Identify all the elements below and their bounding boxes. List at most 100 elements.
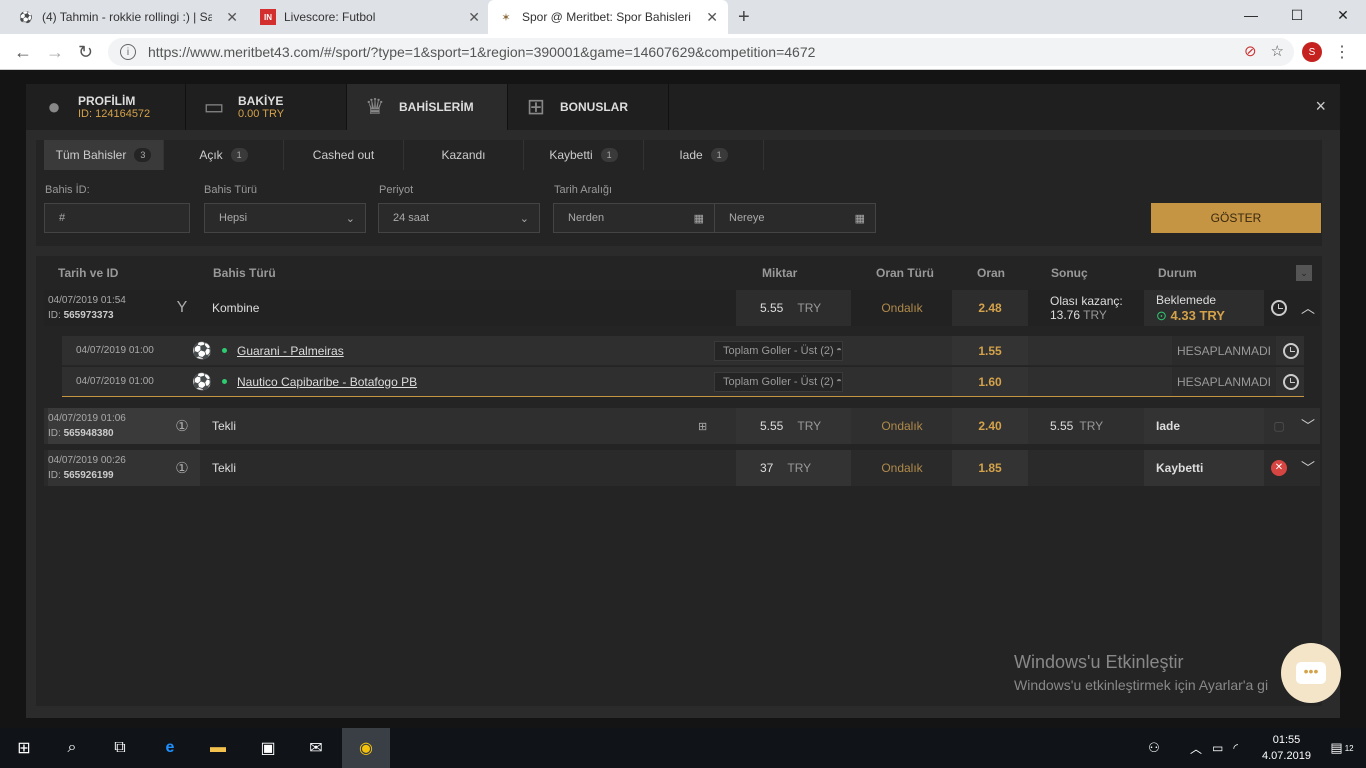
minimize-icon[interactable]: — (1228, 0, 1274, 30)
tab-bonuses[interactable]: ⊞ BONUSLAR (508, 84, 669, 130)
tab-refund[interactable]: Iade 1 (644, 140, 764, 170)
table-row[interactable]: 04/07/2019 00:26 ID: 565926199 ① Tekli 3… (44, 450, 1320, 486)
tab-my-bets[interactable]: ♛ BAHİSLERİM (347, 84, 508, 130)
tab-sub: 0.00 TRY (238, 108, 285, 120)
selection-date: 04/07/2019 01:00 (76, 345, 154, 356)
odds: 2.40 (952, 408, 1028, 444)
table-row[interactable]: 04/07/2019 01:54 ID: 565973373 Y Kombine… (44, 290, 1320, 326)
currency: TRY (787, 461, 812, 475)
maximize-icon[interactable]: ☐ (1274, 0, 1320, 30)
soccer-ball-icon: ⚽ (192, 373, 212, 391)
chevron-down-icon[interactable]: ﹀ (1296, 450, 1320, 486)
menu-icon[interactable]: ⋮ (1334, 42, 1350, 62)
tab-balance[interactable]: ▭ BAKİYE 0.00 TRY (186, 84, 347, 130)
tab-label: BAHİSLERİM (399, 100, 474, 114)
reload-icon[interactable]: ↻ (78, 42, 93, 63)
blocked-icon[interactable]: ⊘ (1244, 42, 1257, 60)
close-window-icon[interactable]: ✕ (1320, 0, 1366, 30)
date-to-input[interactable]: Nereye ▦ (714, 203, 876, 233)
placeholder: # (59, 212, 66, 224)
star-icon[interactable]: ☆ (1271, 42, 1284, 60)
bet-type-label: Bahis Türü (204, 184, 257, 196)
wifi-icon[interactable]: ◜ (1233, 741, 1238, 755)
calendar-icon[interactable]: ▦ (855, 212, 865, 225)
new-tab-icon[interactable]: + (738, 6, 750, 29)
selection-match[interactable]: Nautico Capibaribe - Botafogo PB (222, 367, 417, 396)
browser-tab-2[interactable]: IN Livescore: Futbol ✕ (250, 0, 490, 34)
status-cell: Beklemede ⊙ 4.33 TRY (1144, 290, 1264, 326)
tab-won[interactable]: Kazandı (404, 140, 524, 170)
currency: TRY (797, 419, 822, 433)
avatar[interactable]: S (1302, 42, 1322, 62)
close-tab-icon[interactable]: ✕ (468, 9, 480, 26)
tab-cashed-out[interactable]: Cashed out (284, 140, 404, 170)
tab-title: (4) Tahmin - rokkie rollingi :) | Say (42, 10, 212, 24)
collapse-all-icon[interactable]: ⌄ (1296, 265, 1312, 281)
lock-icon: ◓ (836, 376, 843, 387)
clock-icon (1278, 367, 1304, 396)
info-icon[interactable]: i (120, 44, 136, 60)
id-label: ID: (48, 428, 61, 439)
count-badge: 3 (134, 148, 152, 162)
combo-icon: Y (176, 299, 188, 316)
match-name[interactable]: Nautico Capibaribe - Botafogo PB (237, 375, 417, 389)
chevron-up-icon[interactable]: ︿ (1296, 290, 1320, 326)
tab-profile[interactable]: ● PROFİLİM ID: 124164572 (26, 84, 186, 130)
my-bets-modal: ● PROFİLİM ID: 124164572 ▭ BAKİYE 0.00 TRY… (26, 84, 1340, 718)
close-tab-icon[interactable]: ✕ (226, 9, 238, 26)
period-select[interactable]: 24 saat ⌄ (378, 203, 540, 233)
chevron-up-icon[interactable]: ︿ (1190, 740, 1202, 757)
odds-type: Ondalık (881, 419, 923, 433)
system-tray[interactable]: ︿ ▭ ◜ (1166, 728, 1262, 768)
selection-row[interactable]: 04/07/2019 01:00 ⚽ Nautico Capibaribe - … (62, 367, 1304, 397)
browser-tab-1[interactable]: ⚽ (4) Tahmin - rokkie rollingi :) | Say … (8, 0, 248, 34)
network-icon[interactable]: ▭ (1212, 741, 1223, 755)
url-bar[interactable]: i https://www.meritbet43.com/#/sport/?ty… (108, 38, 1294, 66)
status-text: Iade (1144, 408, 1264, 444)
selection-status: HESAPLANMADI (1172, 367, 1276, 396)
date-from-input[interactable]: Nerden ▦ (553, 203, 715, 233)
file-explorer-icon[interactable]: ▬ (194, 728, 242, 768)
tab-all-bets[interactable]: Tüm Bahisler 3 (44, 140, 164, 170)
bet-id-input[interactable]: # (44, 203, 190, 233)
close-tab-icon[interactable]: ✕ (706, 9, 718, 26)
amount: 37 (760, 461, 774, 475)
live-chat-button[interactable]: ••• (1281, 643, 1341, 703)
clock[interactable]: 01:55 4.07.2019 (1262, 732, 1311, 764)
result-value: 5.55 (1050, 419, 1074, 433)
currency: TRY (1083, 308, 1107, 322)
notification-count: 12 (1344, 743, 1354, 753)
selection-match[interactable]: Guarani - Palmeiras (222, 336, 344, 365)
tab-open[interactable]: Açık 1 (164, 140, 284, 170)
header-bet-type: Bahis Türü (213, 266, 276, 280)
tab-label: BONUSLAR (560, 100, 628, 114)
browser-tab-3[interactable]: ✶ Spor @ Meritbet: Spor Bahisleri, C ✕ (488, 0, 728, 34)
table-row[interactable]: 04/07/2019 01:06 ID: 565948380 ① Tekli ⊞… (44, 408, 1320, 444)
chrome-icon[interactable]: ◉ (342, 728, 390, 768)
chat-icon: ••• (1296, 662, 1326, 684)
chevron-down-icon[interactable]: ﹀ (1296, 408, 1320, 444)
bet-type-select[interactable]: Hepsi ⌄ (204, 203, 366, 233)
forward-icon[interactable]: → (46, 42, 64, 63)
back-icon[interactable]: ← (14, 42, 32, 63)
edge-icon[interactable]: e (146, 728, 194, 768)
bet-filter-tabs: Tüm Bahisler 3 Açık 1 Cashed out Kazandı K… (44, 140, 764, 170)
match-name[interactable]: Guarani - Palmeiras (237, 344, 344, 358)
calendar-icon[interactable]: ▦ (694, 212, 704, 225)
mail-icon[interactable]: ✉ (292, 728, 340, 768)
lost-icon: ✕ (1266, 450, 1292, 486)
store-icon[interactable]: ▣ (244, 728, 292, 768)
tab-lost[interactable]: Kaybetti 1 (524, 140, 644, 170)
windows-start-icon[interactable]: ⊞ (0, 728, 48, 768)
selection-row[interactable]: 04/07/2019 01:00 ⚽ Guarani - Palmeiras T… (62, 336, 1304, 366)
show-button[interactable]: GÖSTER (1151, 203, 1321, 233)
search-icon[interactable]: ⌕ (48, 728, 96, 768)
task-view-icon[interactable]: ⧉ (96, 728, 144, 768)
tab-label: Kazandı (441, 148, 486, 162)
header-date-id: Tarih ve ID (58, 266, 119, 280)
close-icon[interactable]: × (1315, 96, 1326, 117)
clock-icon (1266, 290, 1292, 326)
amount-cell: 5.55 TRY (736, 290, 851, 326)
notification-icon[interactable]: ▤ 12 (1318, 728, 1366, 768)
status-text: Beklemede (1156, 293, 1217, 307)
